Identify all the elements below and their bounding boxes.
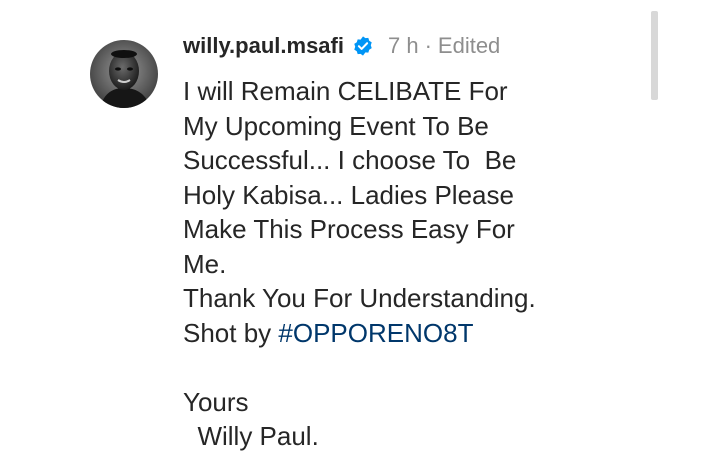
comment-caption: I will Remain CELIBATE For My Upcoming E… <box>183 74 653 454</box>
caption-line: Make This Process Easy For <box>183 214 515 244</box>
caption-line: Thank You For Understanding. <box>183 283 536 313</box>
shot-by-text: Shot by <box>183 317 279 348</box>
post-time[interactable]: 7 h <box>388 33 419 59</box>
caption-line: Holy Kabisa... Ladies Please <box>183 179 514 210</box>
caption-line-shot-by: Shot by #OPPORENO8T <box>183 316 653 351</box>
hashtag-link[interactable]: #OPPORENO8T <box>278 318 473 348</box>
comment-header: willy.paul.msafi 7 h · Edited <box>183 31 500 61</box>
username-link[interactable]: willy.paul.msafi <box>183 33 344 59</box>
avatar-image <box>90 40 158 108</box>
verified-badge-icon <box>352 35 374 57</box>
caption-line: Successful... I choose To Be <box>183 145 517 175</box>
scrollbar[interactable] <box>651 11 658 100</box>
caption-line: I will Remain CELIBATE For <box>183 76 508 106</box>
meta-separator: · <box>424 33 432 58</box>
comment-post: willy.paul.msafi 7 h · Edited I will Rem… <box>0 0 720 470</box>
caption-line: Willy Paul. <box>183 421 319 451</box>
post-meta: 7 h · Edited <box>388 33 500 59</box>
caption-line: Me. <box>183 248 227 279</box>
edited-label: Edited <box>437 33 501 58</box>
caption-line: My Upcoming Event To Be <box>183 110 489 141</box>
caption-line: Yours <box>183 386 249 417</box>
profile-avatar[interactable] <box>90 40 158 108</box>
